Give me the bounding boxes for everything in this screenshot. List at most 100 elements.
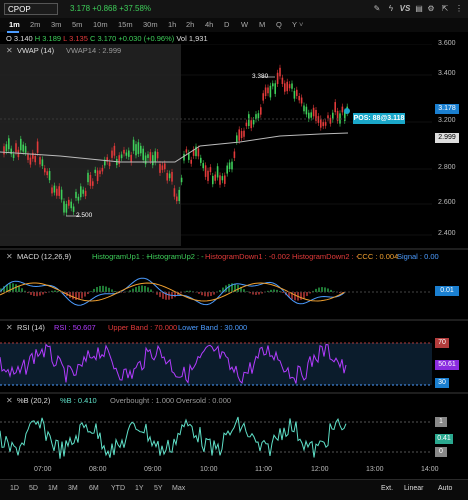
volume-value: Vol 1,931 (176, 34, 207, 43)
open-value: O 3.140 (6, 34, 33, 43)
percent-b-pane[interactable]: ✕ %B (20,2) %B : 0.410 Overbought : 1.00… (0, 394, 468, 460)
timeframe-m[interactable]: M (259, 20, 265, 29)
share-icon[interactable]: ⇱ (440, 3, 450, 14)
candle-body (241, 131, 243, 138)
histogram-bar (102, 286, 104, 292)
candle-body (49, 171, 51, 180)
last-price-tag: 3.178 (435, 104, 459, 114)
rsi-lower-tag: 30 (435, 378, 449, 388)
histogram-bar (321, 287, 323, 292)
candle-body (231, 162, 233, 170)
close-icon[interactable]: ✕ (6, 396, 13, 405)
candle-body (27, 154, 29, 160)
timeframe-2m[interactable]: 2m (30, 20, 40, 29)
close-icon[interactable]: ✕ (6, 323, 13, 332)
vwap-study-title[interactable]: VWAP (14) (17, 46, 54, 55)
candle-body (73, 207, 75, 212)
chevron-down-icon[interactable]: ˅ (299, 20, 303, 29)
range-5y[interactable]: 5Y (154, 485, 163, 492)
histogram-bar (138, 286, 140, 292)
candle-body (250, 120, 252, 128)
timeframe-4h[interactable]: 4h (205, 20, 213, 29)
timeframe-1m[interactable]: 1m (9, 20, 20, 29)
candle-body (277, 73, 279, 84)
candle-body (166, 173, 168, 181)
timeframe-y[interactable]: Y (292, 20, 297, 29)
close-icon[interactable]: ✕ (6, 46, 13, 55)
menu-icon[interactable]: ⋮ (454, 3, 464, 14)
timeframe-15m[interactable]: 15m (118, 20, 133, 29)
candle-body (164, 163, 166, 169)
histogram-bar (258, 292, 260, 295)
candle-body (162, 165, 164, 170)
candle-body (130, 155, 132, 163)
candle-body (97, 170, 99, 181)
timeframe-3m[interactable]: 3m (51, 20, 61, 29)
range-3m[interactable]: 3M (68, 485, 78, 492)
macd-tag: 0.01 (435, 286, 459, 296)
symbol-input[interactable]: CPOP (4, 3, 58, 15)
macd-title[interactable]: MACD (12,26,9) (17, 252, 71, 261)
candle-body (262, 93, 264, 100)
close-icon[interactable]: ✕ (6, 252, 13, 261)
candle-body (253, 120, 255, 124)
histogram-bar (42, 292, 44, 294)
histogram-bar (306, 292, 308, 296)
candle-body (342, 107, 344, 113)
style-icon[interactable]: ▤ (414, 3, 424, 14)
range-1y[interactable]: 1Y (135, 485, 144, 492)
timeframe-10m[interactable]: 10m (93, 20, 108, 29)
histogram-bar (324, 287, 326, 292)
signal-value: Signal : 0.00 (397, 252, 439, 261)
range-5d[interactable]: 5D (29, 485, 38, 492)
timeframe-30m[interactable]: 30m (143, 20, 158, 29)
candle-body (147, 154, 149, 158)
position-marker-icon[interactable] (344, 108, 350, 114)
timeframe-q[interactable]: Q (276, 20, 282, 29)
histogram-bar (72, 292, 74, 299)
candle-body (229, 162, 231, 169)
timeframe-1h[interactable]: 1h (168, 20, 176, 29)
histogram-bar (18, 286, 20, 292)
histogram-bar (36, 292, 38, 296)
y-tick: 2.600 (438, 199, 456, 206)
price-pane[interactable]: ✕ VWAP (14) VWAP14 : 2.999 3.380 2.500 P… (0, 44, 468, 246)
range-1d[interactable]: 1D (10, 485, 19, 492)
draw-icon[interactable]: ✎ (372, 3, 382, 14)
candle-body (306, 107, 308, 115)
candle-body (87, 173, 89, 182)
scale-linear-toggle[interactable]: Linear (404, 485, 423, 492)
percent-b-value: %B : 0.410 (60, 396, 97, 405)
lightning-icon[interactable]: ϟ (386, 3, 396, 14)
candle-body (80, 186, 82, 197)
timeframe-2h[interactable]: 2h (186, 20, 194, 29)
rsi-title[interactable]: RSI (14) (17, 323, 45, 332)
versus-button[interactable]: VS (398, 3, 412, 14)
histogram-bar (54, 290, 56, 292)
timeframe-5m[interactable]: 5m (72, 20, 82, 29)
range-max[interactable]: Max (172, 485, 185, 492)
macd-pane[interactable]: ✕ MACD (12,26,9) HistogramUp1 : - Histog… (0, 250, 468, 318)
gear-icon[interactable]: ⚙ (426, 3, 436, 14)
timeframe-d[interactable]: D (224, 20, 229, 29)
candle-body (128, 150, 130, 156)
range-1m[interactable]: 1M (48, 485, 58, 492)
top-toolbar: CPOP 3.178 +0.868 +37.58% ✎ ϟ VS ▤ ⚙ ⇱ ⋮ (0, 0, 468, 19)
candle-body (152, 155, 154, 165)
extended-hours-toggle[interactable]: Ext. (381, 485, 393, 492)
rsi-pane[interactable]: ✕ RSI (14) RSI : 50.607 Upper Band : 70.… (0, 321, 468, 391)
position-label[interactable]: POS: 88@3.118 (353, 113, 405, 124)
candle-body (54, 186, 56, 193)
range-6m[interactable]: 6M (89, 485, 99, 492)
candle-body (294, 91, 296, 99)
rsi-value: RSI : 50.607 (54, 323, 96, 332)
range-ytd[interactable]: YTD (111, 485, 125, 492)
low-marker-label: 2.500 (76, 212, 92, 219)
timeframe-w[interactable]: W (241, 20, 248, 29)
percent-b-title[interactable]: %B (20,2) (17, 396, 50, 405)
auto-scale-toggle[interactable]: Auto (438, 485, 452, 492)
candle-body (234, 151, 236, 157)
y-tick: 3.400 (438, 70, 456, 77)
histogram-bar (147, 287, 149, 292)
time-axis[interactable]: 07:00 08:00 09:00 10:00 11:00 12:00 13:0… (0, 462, 468, 478)
